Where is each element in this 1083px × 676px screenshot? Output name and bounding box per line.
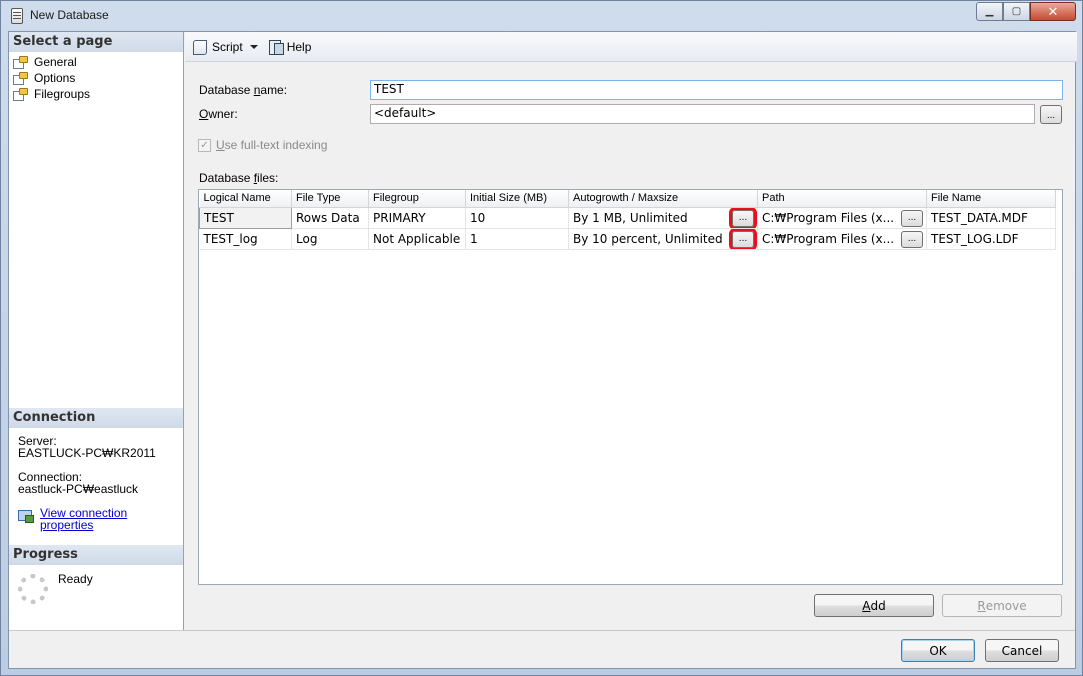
autogrowth-cell[interactable]: By 10 percent, Unlimited... [568,228,758,250]
connection-info: Server: EASTLUCK-PC₩KR2011 Connection: e… [18,435,178,531]
autogrowth-value: By 10 percent, Unlimited [573,231,723,246]
page-item-options[interactable]: Options [13,70,179,86]
toolbar: Script Help [185,32,1077,62]
database-files-grid: Logical Name File Type Filegroup Initial… [198,189,1063,585]
column-header-file-type[interactable]: File Type [291,190,369,208]
fulltext-indexing-label: Use full-text indexing [216,138,328,152]
column-header-initial-size[interactable]: Initial Size (MB) [465,190,569,208]
view-connection-link-line2[interactable]: properties [40,519,127,531]
left-pane: Select a page General Options Filegroups… [9,32,184,630]
column-header-autogrowth[interactable]: Autogrowth / Maxsize [568,190,758,208]
column-header-file-name[interactable]: File Name [926,190,1056,208]
path-browse-button[interactable]: ... [901,230,923,248]
add-button[interactable]: Add [814,594,934,617]
path-browse-button[interactable]: ... [901,209,923,227]
remove-button[interactable]: Remove [942,594,1062,617]
maximize-icon: ▢ [1011,6,1022,17]
page-item-label: Options [34,71,76,85]
help-button[interactable]: Help [268,39,312,55]
autogrowth-browse-button[interactable]: ... [729,207,757,227]
script-icon [192,39,208,55]
progress-status: Ready [58,572,93,586]
page-item-label: General [34,55,77,69]
window-title: New Database [30,8,109,22]
progress-area: Ready [18,572,93,604]
select-page-header: Select a page [9,32,183,52]
logical-name-cell[interactable]: TEST [199,206,292,229]
page-icon [13,88,28,101]
file-name-cell[interactable]: TEST_LOG.LDF [926,228,1056,250]
page-list: General Options Filegroups [9,52,183,104]
grid-header-row: Logical Name File Type Filegroup Initial… [199,190,1056,208]
page-item-label: Filegroups [34,87,91,101]
dialog-client: Select a page General Options Filegroups… [8,31,1077,669]
title-bar[interactable]: New Database ▁ ▢ ✕ [1,1,1082,31]
page-icon [13,56,28,69]
path-cell[interactable]: C:₩Program Files (x...... [757,207,927,229]
connection-header: Connection [9,408,183,428]
database-files-label: Database files: [199,171,279,185]
table-row[interactable]: TEST Rows Data PRIMARY 10 By 1 MB, Unlim… [199,206,1056,229]
close-icon: ✕ [1047,3,1059,19]
column-header-path[interactable]: Path [757,190,927,208]
page-item-general[interactable]: General [13,54,179,70]
logical-name-cell[interactable]: TEST_log [199,228,292,250]
fulltext-indexing-checkbox[interactable]: ✓ [198,138,211,152]
chevron-down-icon[interactable] [249,44,258,49]
database-name-label: Database name: [199,83,288,97]
owner-label: Owner: [199,107,238,121]
path-value: C:₩Program Files (x... [762,210,895,225]
cancel-button[interactable]: Cancel [985,639,1059,662]
initial-size-cell[interactable]: 1 [465,228,569,250]
help-label: Help [286,39,312,54]
progress-header: Progress [9,545,183,565]
server-value: EASTLUCK-PC₩KR2011 [18,446,156,460]
progress-spinner-icon [18,574,48,604]
owner-input[interactable]: <default> [370,104,1035,124]
footer-divider [9,630,1075,631]
autogrowth-browse-button[interactable]: ... [729,228,757,248]
database-name-input[interactable]: TEST [370,80,1063,100]
window-controls: ▁ ▢ ✕ [976,2,1076,21]
ok-button[interactable]: OK [901,639,975,662]
owner-browse-button[interactable]: ... [1040,105,1062,124]
path-value: C:₩Program Files (x... [762,231,895,246]
filegroup-cell[interactable]: PRIMARY [368,207,466,229]
column-header-filegroup[interactable]: Filegroup [368,190,466,208]
minimize-icon: ▁ [985,6,994,17]
new-database-window: New Database ▁ ▢ ✕ Select a page General… [0,0,1083,676]
autogrowth-value: By 1 MB, Unlimited [573,210,688,225]
table-row[interactable]: TEST_log Log Not Applicable 1 By 10 perc… [199,228,1056,250]
fulltext-indexing-checkbox-row: ✓ Use full-text indexing [198,138,327,152]
filegroup-cell[interactable]: Not Applicable [368,228,466,250]
file-type-cell[interactable]: Log [291,228,369,250]
column-header-logical-name[interactable]: Logical Name [199,190,292,208]
file-type-cell[interactable]: Rows Data [291,207,369,229]
initial-size-cell[interactable]: 10 [465,207,569,229]
file-name-cell[interactable]: TEST_DATA.MDF [926,207,1056,229]
close-button[interactable]: ✕ [1030,2,1076,21]
autogrowth-cell[interactable]: By 1 MB, Unlimited... [568,207,758,229]
path-cell[interactable]: C:₩Program Files (x...... [757,228,927,250]
minimize-button[interactable]: ▁ [976,2,1003,21]
database-icon [11,8,23,24]
help-icon [268,39,284,55]
view-connection-properties[interactable]: View connection properties [18,507,178,531]
connection-properties-icon [18,508,34,523]
script-label: Script [212,39,243,54]
page-icon [13,72,28,85]
maximize-button[interactable]: ▢ [1003,2,1030,21]
connection-value: eastluck-PC₩eastluck [18,482,139,496]
page-item-filegroups[interactable]: Filegroups [13,86,179,102]
script-button[interactable]: Script [192,39,258,55]
